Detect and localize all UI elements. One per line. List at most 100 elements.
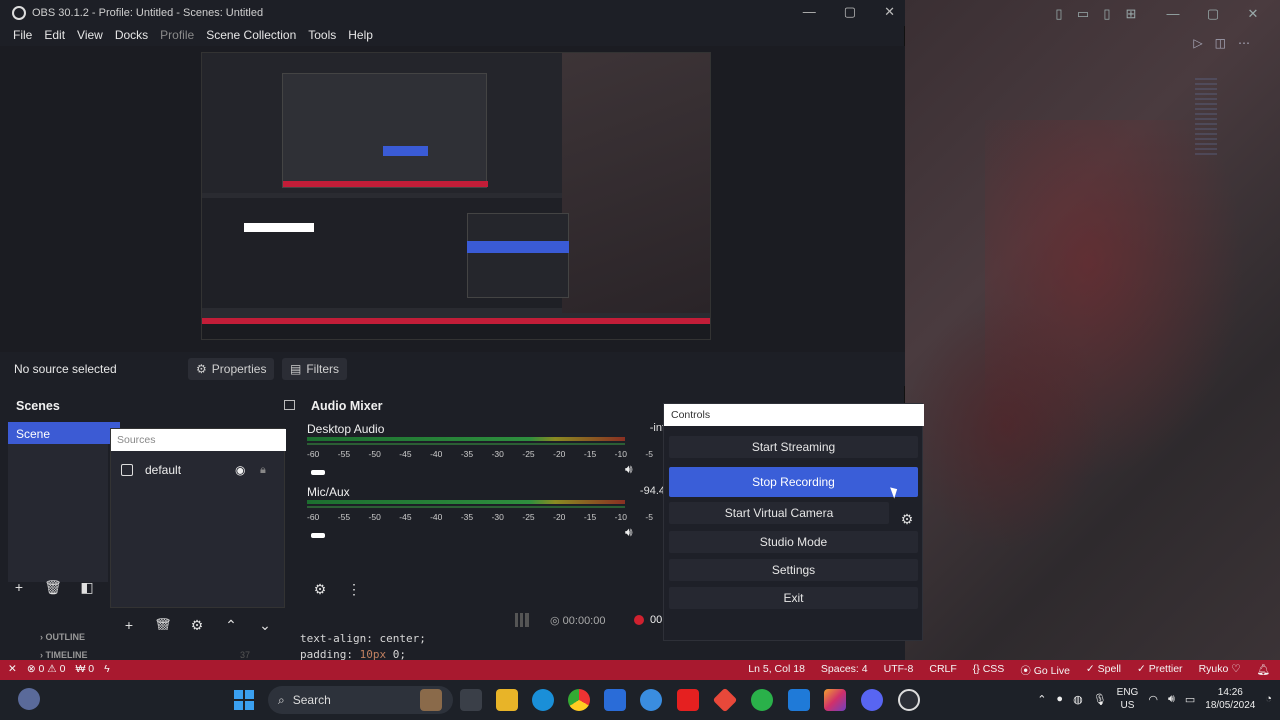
exit-button[interactable]: Exit: [669, 587, 918, 609]
volume-slider[interactable]: [311, 470, 325, 475]
indentation[interactable]: Spaces: 4: [821, 663, 868, 678]
preview-canvas[interactable]: [201, 52, 711, 340]
scene-filters-icon[interactable]: ◧: [76, 576, 98, 598]
remove-scene-icon[interactable]: 🗑︎: [42, 576, 64, 598]
notifications-icon[interactable]: 🔔︎: [1257, 663, 1270, 678]
maximize-button[interactable]: ▢: [844, 4, 856, 20]
volume-slider[interactable]: [311, 533, 325, 538]
track-name: Mic/Aux: [307, 485, 350, 499]
run-icon[interactable]: ▷: [1193, 36, 1202, 50]
speaker-icon[interactable]: 🔊︎: [625, 525, 633, 540]
properties-button[interactable]: ⚙ Properties: [188, 358, 275, 380]
spell-status[interactable]: ✓ Spell: [1086, 663, 1121, 678]
lightning-icon[interactable]: ϟ: [104, 663, 110, 675]
menu-file[interactable]: File: [7, 26, 38, 46]
edge-icon[interactable]: [532, 689, 554, 711]
instagram-icon[interactable]: [824, 689, 846, 711]
editor-layout-actions: ▯ ▭ ▯ ⊞ — ▢ ✕: [1052, 6, 1260, 22]
prettier-status[interactable]: ✓ Prettier: [1137, 663, 1183, 678]
search-highlight-icon[interactable]: [420, 689, 442, 711]
whatsapp-icon[interactable]: [751, 689, 773, 711]
line-ending[interactable]: CRLF: [929, 663, 956, 678]
obs-taskbar-icon[interactable]: [898, 689, 920, 711]
language-mode[interactable]: {} CSS: [973, 663, 1005, 678]
remote-icon[interactable]: ✕: [8, 663, 17, 675]
menu-scene-collection[interactable]: Scene Collection: [200, 26, 302, 46]
onedrive-icon[interactable]: [640, 689, 662, 711]
no-source-label: No source selected: [14, 362, 117, 376]
minimize-icon[interactable]: —: [1166, 6, 1180, 22]
menu-profile[interactable]: Profile: [154, 26, 200, 46]
cursor-position[interactable]: Ln 5, Col 18: [748, 663, 805, 678]
clock-date: 18/05/2024: [1205, 700, 1256, 711]
microphone-icon[interactable]: 🎙︎: [1093, 693, 1107, 706]
studio-mode-button[interactable]: Studio Mode: [669, 531, 918, 553]
preview-nested-window: [282, 73, 488, 188]
undock-icon[interactable]: [284, 400, 295, 410]
scene-item[interactable]: Scene: [8, 422, 120, 444]
more-icon[interactable]: ⋯: [1238, 36, 1250, 50]
mixer-menu-icon[interactable]: ⋮: [343, 578, 365, 600]
toggle-panel-icon[interactable]: ▭: [1076, 6, 1090, 22]
add-scene-icon[interactable]: +: [8, 576, 30, 598]
controls-header: Controls: [664, 404, 924, 426]
signal-icon: [515, 613, 529, 627]
chrome-icon[interactable]: [568, 689, 590, 711]
source-item[interactable]: default ◉ 🔒︎: [111, 459, 286, 481]
task-view-icon[interactable]: [460, 689, 482, 711]
wifi-icon[interactable]: ◠: [1148, 693, 1158, 706]
menu-help[interactable]: Help: [342, 26, 379, 46]
menu-docks[interactable]: Docks: [109, 26, 154, 46]
scenes-list[interactable]: [8, 422, 108, 582]
notification-center-icon[interactable]: ◔: [1265, 693, 1272, 705]
maximize-icon[interactable]: ▢: [1206, 6, 1220, 22]
menu-tools[interactable]: Tools: [302, 26, 342, 46]
virtual-camera-settings-icon[interactable]: ⚙: [896, 508, 918, 530]
store-icon[interactable]: [604, 689, 626, 711]
eye-icon[interactable]: ◉: [235, 463, 245, 477]
volume-icon[interactable]: 🔊︎: [1168, 693, 1175, 706]
start-streaming-button[interactable]: Start Streaming: [669, 436, 918, 458]
app-icon[interactable]: [712, 687, 738, 713]
clock[interactable]: 14:26 18/05/2024: [1205, 686, 1255, 712]
discord-icon[interactable]: [861, 689, 883, 711]
scale-tick: -5: [645, 449, 653, 459]
toggle-secondary-icon[interactable]: ▯: [1100, 6, 1114, 22]
layout-icon[interactable]: ⊞: [1124, 6, 1138, 22]
language-indicator[interactable]: ENG US: [1117, 686, 1139, 712]
tray-app-icon[interactable]: ◍: [1073, 693, 1083, 706]
stop-recording-button[interactable]: Stop Recording: [669, 467, 918, 497]
split-editor-icon[interactable]: ◫: [1215, 36, 1226, 50]
go-live-button[interactable]: ⦿ Go Live: [1020, 663, 1070, 678]
widgets-icon[interactable]: [18, 688, 40, 710]
tray-app-icon[interactable]: ●: [1056, 693, 1063, 705]
settings-button[interactable]: Settings: [669, 559, 918, 581]
theme-status[interactable]: Ryuko ♡: [1199, 663, 1241, 678]
youtube-icon[interactable]: [677, 689, 699, 711]
scale-tick: -55: [337, 449, 351, 459]
menu-edit[interactable]: Edit: [38, 26, 71, 46]
ports-indicator[interactable]: ₩ 0: [75, 663, 94, 675]
encoding[interactable]: UTF-8: [884, 663, 914, 678]
lock-icon[interactable]: 🔒︎: [260, 464, 266, 477]
obs-logo-icon: [12, 6, 26, 20]
close-icon[interactable]: ✕: [1246, 6, 1260, 22]
advanced-audio-icon[interactable]: ⚙: [309, 578, 331, 600]
vscode-icon[interactable]: [788, 689, 810, 711]
chevron-up-icon[interactable]: ⌃: [1037, 693, 1046, 706]
battery-icon[interactable]: ▭: [1185, 693, 1195, 706]
outline-section[interactable]: › OUTLINE: [40, 630, 88, 648]
close-button[interactable]: ✕: [884, 4, 895, 20]
minimap[interactable]: [1195, 78, 1217, 158]
toggle-sidebar-icon[interactable]: ▯: [1052, 6, 1066, 22]
menu-view[interactable]: View: [71, 26, 109, 46]
preview-content: [244, 223, 314, 232]
vscode-status-bar: ✕ ⊗ 0 ⚠ 0 ₩ 0 ϟ Ln 5, Col 18 Spaces: 4 U…: [0, 660, 1280, 680]
problems-indicator[interactable]: ⊗ 0 ⚠ 0: [27, 663, 66, 675]
speaker-icon[interactable]: 🔊︎: [625, 462, 633, 477]
start-icon[interactable]: [234, 690, 254, 710]
start-virtual-camera-button[interactable]: Start Virtual Camera: [669, 502, 889, 524]
filters-button[interactable]: ▤ Filters: [282, 358, 348, 380]
file-explorer-icon[interactable]: [496, 689, 518, 711]
minimize-button[interactable]: —: [803, 4, 816, 20]
